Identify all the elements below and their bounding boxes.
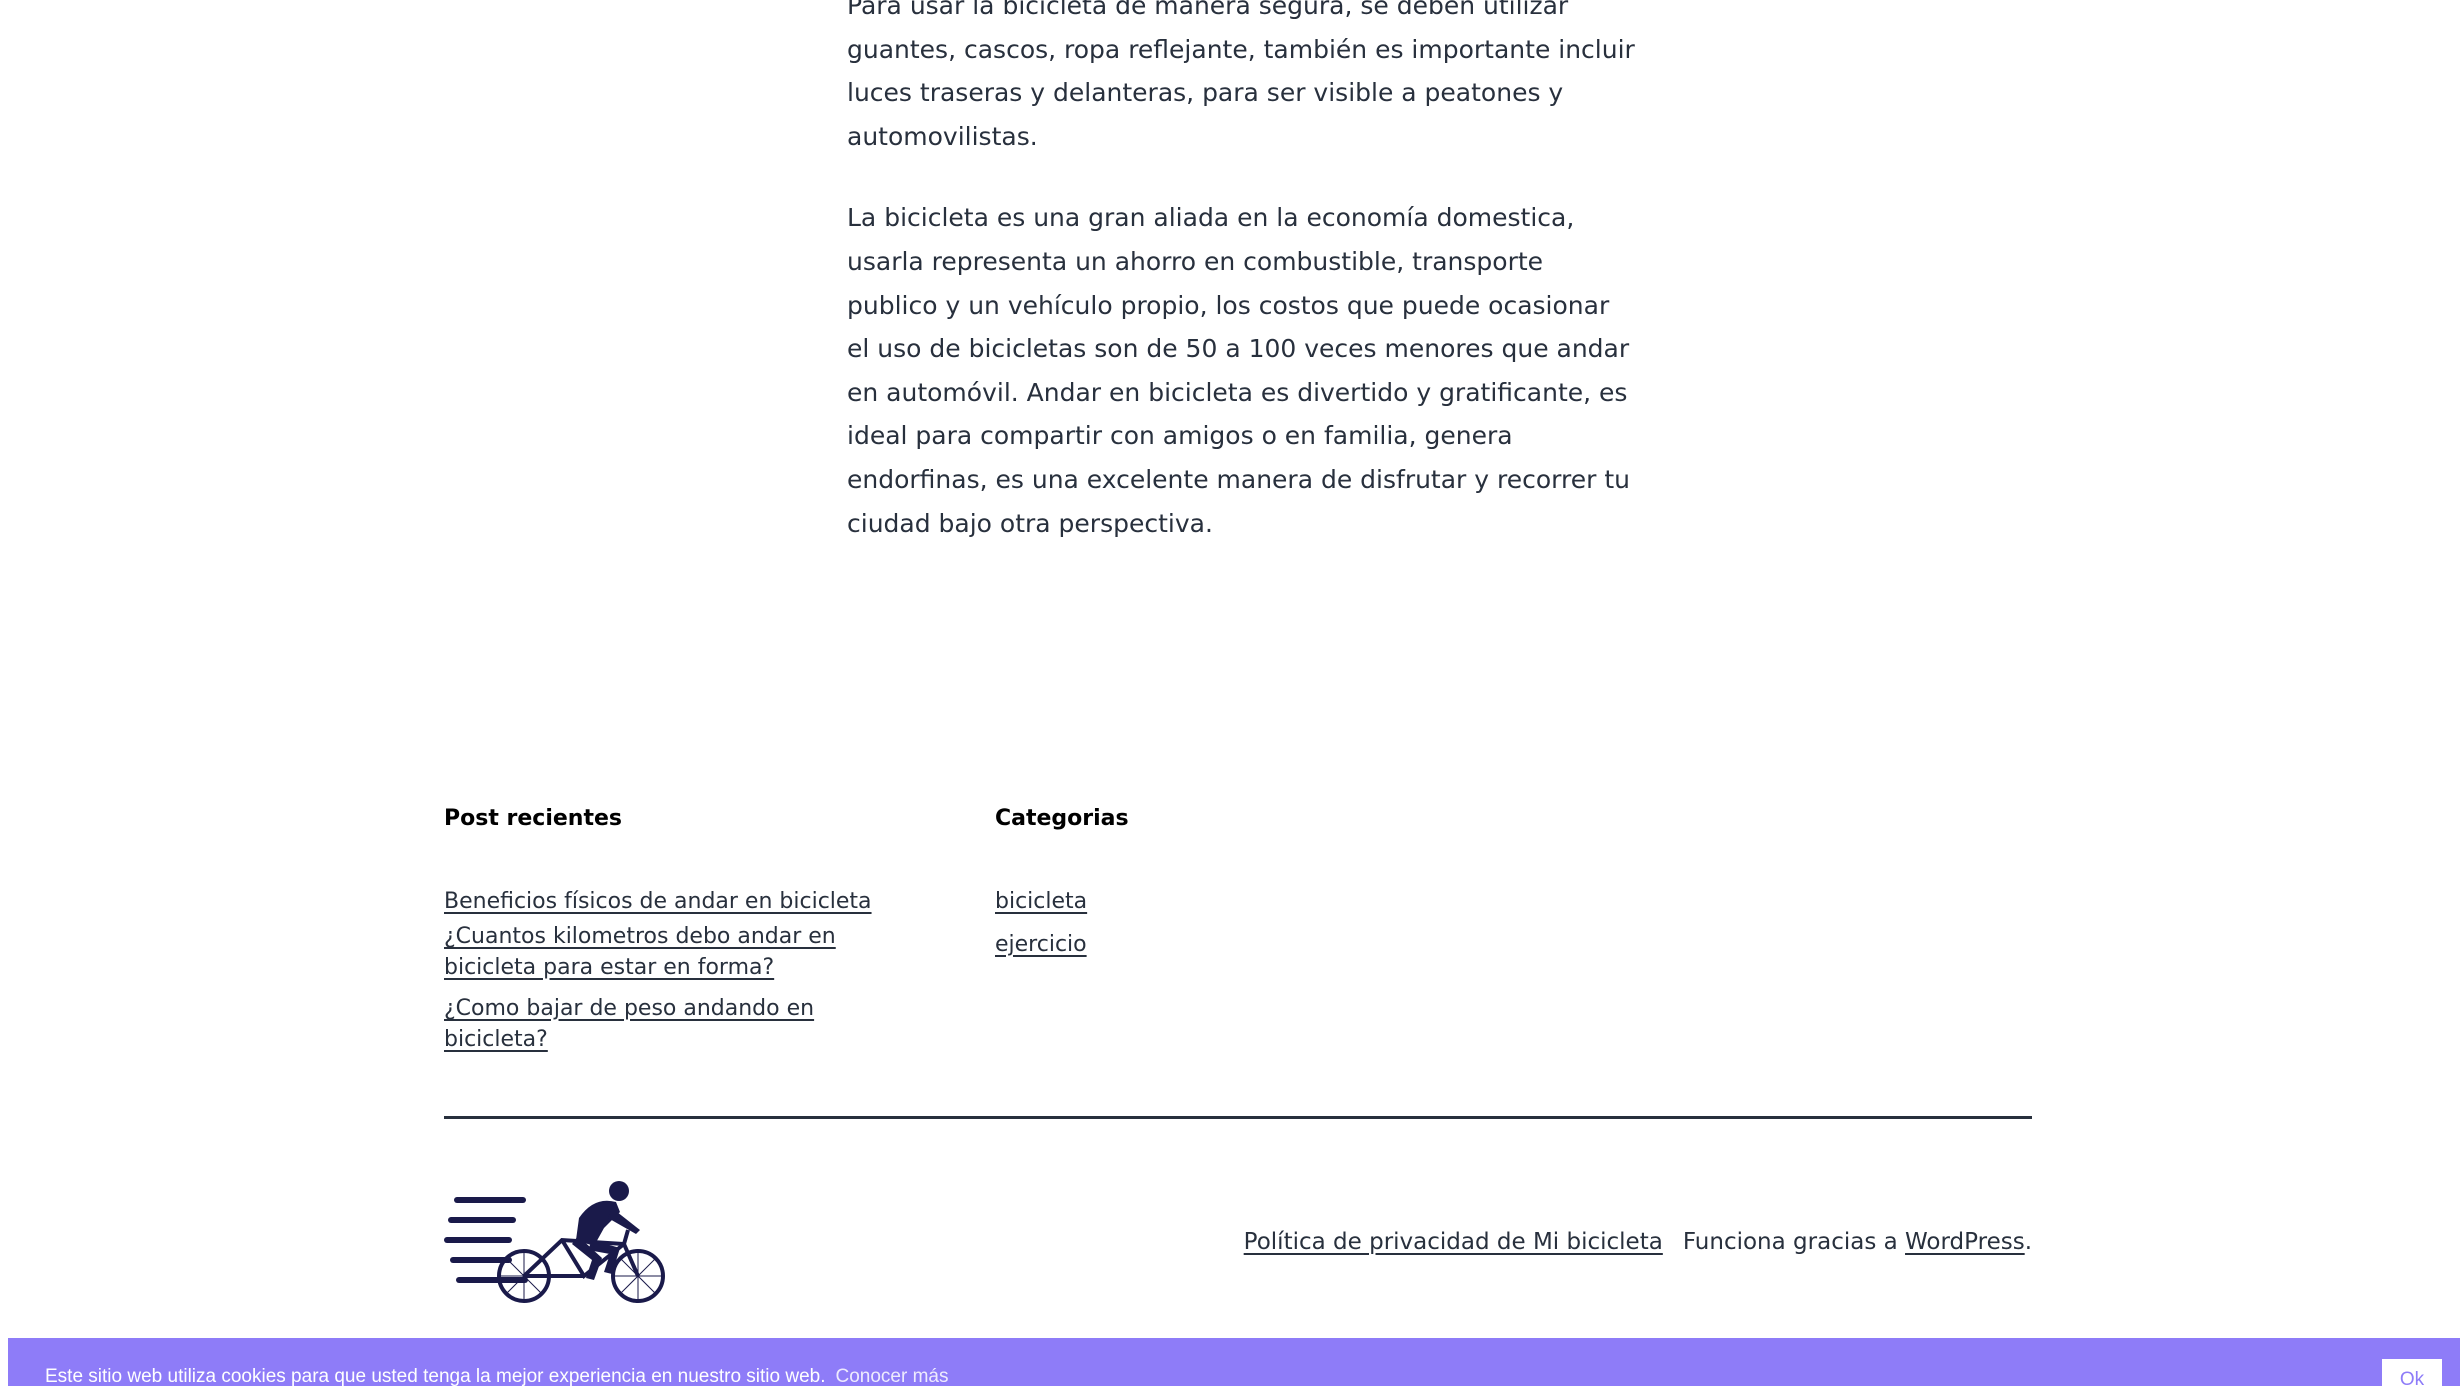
- article-paragraph: Para usar la bicicleta de manera segura,…: [847, 0, 1635, 151]
- privacy-policy-link[interactable]: Política de privacidad de Mi bicicleta: [1244, 1229, 1663, 1255]
- cyclist-logo-icon[interactable]: [444, 1178, 670, 1304]
- cookie-ok-button[interactable]: Ok: [2382, 1359, 2442, 1386]
- categories-list: bicicleta ejercicio: [995, 886, 1295, 960]
- powered-by-text: Funciona gracias a: [1682, 1229, 1906, 1255]
- cookie-message: Este sitio web utiliza cookies para que …: [45, 1366, 949, 1386]
- footer-links: Política de privacidad de Mi bicicleta Fu…: [1244, 1222, 2032, 1262]
- list-item: ejercicio: [995, 929, 1295, 960]
- recent-post-link[interactable]: Beneficios físicos de andar en bicicleta: [444, 889, 872, 914]
- categories-widget: Categorias bicicleta ejercicio: [995, 800, 1295, 972]
- recent-post-link[interactable]: ¿Como bajar de peso andando en bicicleta…: [444, 996, 814, 1052]
- recent-posts-title: Post recientes: [444, 806, 622, 831]
- categories-title: Categorias: [995, 806, 1129, 831]
- cookie-notice-bar: Este sitio web utiliza cookies para que …: [8, 1338, 2460, 1386]
- category-link[interactable]: bicicleta: [995, 889, 1087, 914]
- article-content: Para usar la bicicleta de manera segura,…: [847, 0, 1637, 583]
- category-link[interactable]: ejercicio: [995, 932, 1087, 957]
- footer-divider: [444, 1116, 2032, 1119]
- recent-post-link[interactable]: ¿Cuantos kilometros debo andar en bicicl…: [444, 924, 836, 980]
- list-item: Beneficios físicos de andar en bicicleta: [444, 886, 914, 917]
- wordpress-link[interactable]: WordPress: [1905, 1229, 2025, 1255]
- article-paragraph: La bicicleta es una gran aliada en la ec…: [847, 203, 1630, 538]
- cookie-message-text: Este sitio web utiliza cookies para que …: [45, 1366, 826, 1386]
- list-item: ¿Cuantos kilometros debo andar en bicicl…: [444, 921, 914, 983]
- page: Para usar la bicicleta de manera segura,…: [0, 0, 2460, 1386]
- powered-by-suffix: .: [2024, 1229, 2032, 1255]
- cookie-more-link[interactable]: Conocer más: [836, 1366, 949, 1386]
- recent-posts-widget: Post recientes Beneficios físicos de and…: [444, 800, 914, 1059]
- list-item: bicicleta: [995, 886, 1295, 917]
- recent-posts-list: Beneficios físicos de andar en bicicleta…: [444, 886, 914, 1055]
- list-item: ¿Como bajar de peso andando en bicicleta…: [444, 993, 914, 1055]
